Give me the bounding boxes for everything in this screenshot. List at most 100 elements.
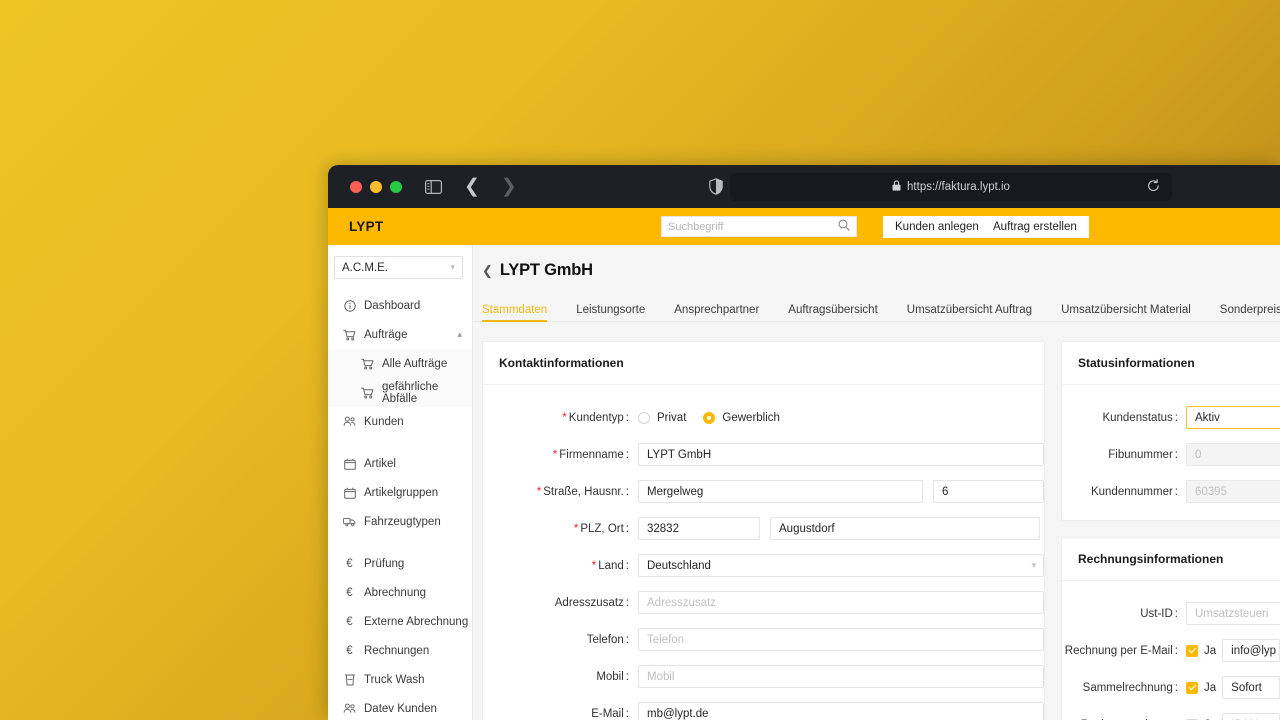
- tenant-selector[interactable]: A.C.M.E. ▾: [334, 256, 463, 279]
- chevron-down-icon: ▾: [1031, 560, 1036, 570]
- hausnummer-input[interactable]: 6: [933, 480, 1044, 503]
- truck-icon: [343, 516, 356, 527]
- tab-sonderpreise[interactable]: Sonderpreise: [1220, 304, 1280, 322]
- radio-gewerblich[interactable]: Gewerblich: [703, 411, 780, 424]
- shield-icon[interactable]: [709, 178, 723, 200]
- page-title: LYPT GmbH: [499, 261, 593, 279]
- sammelrechnung-input[interactable]: Sofort: [1222, 676, 1280, 699]
- back-button[interactable]: ❮: [464, 177, 480, 196]
- close-window-button[interactable]: [350, 180, 362, 193]
- iban-input[interactable]: IBAN: [1222, 713, 1280, 720]
- field-control: Ja IBAN: [1186, 713, 1280, 720]
- app-logo[interactable]: LYPT: [349, 219, 383, 234]
- sidebar-item-label: gefährliche Abfälle: [382, 380, 439, 405]
- truckwash-icon: [343, 674, 356, 686]
- browser-titlebar: ❮ ❯ https://faktura.lypt.io: [328, 165, 1280, 208]
- sidebar-item-pruefung[interactable]: € Prüfung: [328, 549, 472, 578]
- search-box[interactable]: [661, 216, 857, 237]
- mobil-input[interactable]: Mobil: [638, 665, 1044, 688]
- land-select[interactable]: Deutschland ▾: [638, 554, 1044, 577]
- field-label-kundentyp: * Kundentyp:: [562, 411, 629, 424]
- field-row-email: E-Mail: mb@lypt.de: [483, 695, 1044, 720]
- lock-icon: [892, 178, 901, 196]
- sidebar-item-gefaehrliche-abfaelle[interactable]: gefährliche Abfälle: [328, 378, 472, 407]
- forward-button[interactable]: ❯: [501, 177, 517, 196]
- sidebar-divider: [328, 436, 472, 449]
- field-label-fibunummer: Fibunummer:: [1108, 448, 1178, 461]
- page-title-row: ❮ LYPT GmbH: [482, 261, 1280, 280]
- kundenstatus-input[interactable]: Aktiv: [1186, 406, 1280, 429]
- tab-stammdaten[interactable]: Stammdaten: [482, 304, 548, 322]
- telefon-input[interactable]: Telefon: [638, 628, 1044, 651]
- ort-input[interactable]: Augustdorf: [770, 517, 1040, 540]
- field-label-land: * Land:: [591, 559, 629, 572]
- sidebar-item-alle-auftraege[interactable]: Alle Aufträge: [328, 349, 472, 378]
- ust-id-input[interactable]: Umsatzsteueri: [1186, 602, 1280, 625]
- field-row-kundentyp: * Kundentyp: Privat Gewerblich: [483, 399, 1044, 436]
- back-chevron-icon[interactable]: ❮: [482, 263, 493, 279]
- url-bar[interactable]: https://faktura.lypt.io: [730, 173, 1172, 201]
- plz-input[interactable]: 32832: [638, 517, 760, 540]
- field-control: Ja Sofort: [1186, 676, 1280, 699]
- sidebar-item-rechnungen[interactable]: € Rechnungen: [328, 636, 472, 665]
- search-input[interactable]: [668, 220, 838, 233]
- euro-icon: €: [346, 557, 353, 570]
- tab-leistungsorte[interactable]: Leistungsorte: [576, 304, 645, 322]
- create-order-button[interactable]: Auftrag erstellen: [981, 216, 1089, 238]
- sammelrechnung-checkbox[interactable]: [1186, 681, 1198, 694]
- sidebar-item-abrechnung[interactable]: € Abrechnung: [328, 578, 472, 607]
- sidebar-item-externe-abrechnung[interactable]: € Externe Abrechnung: [328, 607, 472, 636]
- url-text: https://faktura.lypt.io: [907, 181, 1010, 193]
- sidebar-item-truck-wash[interactable]: Truck Wash: [328, 665, 472, 694]
- sidebar-item-label: Fahrzeugtypen: [364, 515, 441, 528]
- field-control: 60395: [1186, 480, 1280, 503]
- create-customer-button[interactable]: Kunden anlegen: [883, 216, 991, 238]
- field-label-rechnung-email: Rechnung per E-Mail:: [1064, 644, 1178, 657]
- sidebar-item-artikelgruppen[interactable]: Artikelgruppen: [328, 478, 472, 507]
- sidebar-item-auftraege[interactable]: Aufträge ▴: [328, 320, 472, 349]
- minimize-window-button[interactable]: [370, 180, 382, 193]
- cart-icon: [361, 358, 374, 370]
- tab-umsatzuebersicht-auftrag[interactable]: Umsatzübersicht Auftrag: [907, 304, 1032, 322]
- field-label-sammelrechnung: Sammelrechnung:: [1082, 681, 1178, 694]
- strasse-input[interactable]: Mergelweg: [638, 480, 923, 503]
- sidebar-item-datev-kunden[interactable]: Datev Kunden: [328, 694, 472, 720]
- tab-auftragsuebersicht[interactable]: Auftragsübersicht: [788, 304, 878, 322]
- radio-privat[interactable]: Privat: [638, 411, 686, 424]
- tab-umsatzuebersicht-material[interactable]: Umsatzübersicht Material: [1061, 304, 1191, 322]
- firmenname-input[interactable]: LYPT GmbH: [638, 443, 1044, 466]
- field-control: Adresszusatz: [638, 591, 1044, 614]
- maximize-window-button[interactable]: [390, 180, 402, 193]
- tab-ansprechpartner[interactable]: Ansprechpartner: [674, 304, 759, 322]
- sidebar-item-label: Alle Aufträge: [382, 357, 448, 370]
- field-row-fibunummer: Fibunummer: 0: [1062, 436, 1280, 473]
- sidebar-item-fahrzeugtypen[interactable]: Fahrzeugtypen: [328, 507, 472, 536]
- rechnung-email-input[interactable]: info@lyp: [1222, 639, 1280, 662]
- sidebar-item-kunden[interactable]: Kunden: [328, 407, 472, 436]
- browser-window: ❮ ❯ https://faktura.lypt.io LYPT Suchbeg…: [328, 165, 1280, 720]
- email-input[interactable]: mb@lypt.de: [638, 702, 1044, 720]
- adresszusatz-input[interactable]: Adresszusatz: [638, 591, 1044, 614]
- search-icon[interactable]: [838, 218, 850, 236]
- sidebar-item-label: Abrechnung: [364, 586, 427, 599]
- required-marker: *: [562, 411, 567, 424]
- sidebar-item-dashboard[interactable]: Dashboard: [328, 291, 472, 320]
- checkbox-label: Ja: [1204, 644, 1217, 657]
- field-control: 32832 Augustdorf: [638, 517, 1040, 540]
- land-value: Deutschland: [647, 559, 711, 572]
- reload-icon[interactable]: [1147, 179, 1160, 198]
- field-label-kundennummer: Kundennummer:: [1090, 485, 1178, 498]
- euro-icon: €: [346, 586, 353, 599]
- required-marker: *: [552, 448, 558, 461]
- card-body: * Kundentyp: Privat Gewerblich * Firmenn…: [483, 385, 1044, 720]
- field-row-mobil: Mobil: Mobil: [483, 658, 1044, 695]
- rechnung-email-checkbox[interactable]: [1186, 644, 1198, 657]
- kundentyp-radio-group: Privat Gewerblich: [638, 411, 780, 424]
- sidebar: A.C.M.E. ▾ Dashboard Aufträge ▴ Alle Auf…: [328, 245, 473, 720]
- sidebar-item-artikel[interactable]: Artikel: [328, 449, 472, 478]
- sidebar-item-label: Aufträge: [364, 328, 408, 341]
- euro-icon: €: [346, 615, 353, 628]
- sidebar-toggle-icon[interactable]: [425, 179, 442, 194]
- content-area: ❮ LYPT GmbH Stammdaten Leistungsorte Ans…: [473, 245, 1280, 720]
- window-controls: [350, 180, 402, 193]
